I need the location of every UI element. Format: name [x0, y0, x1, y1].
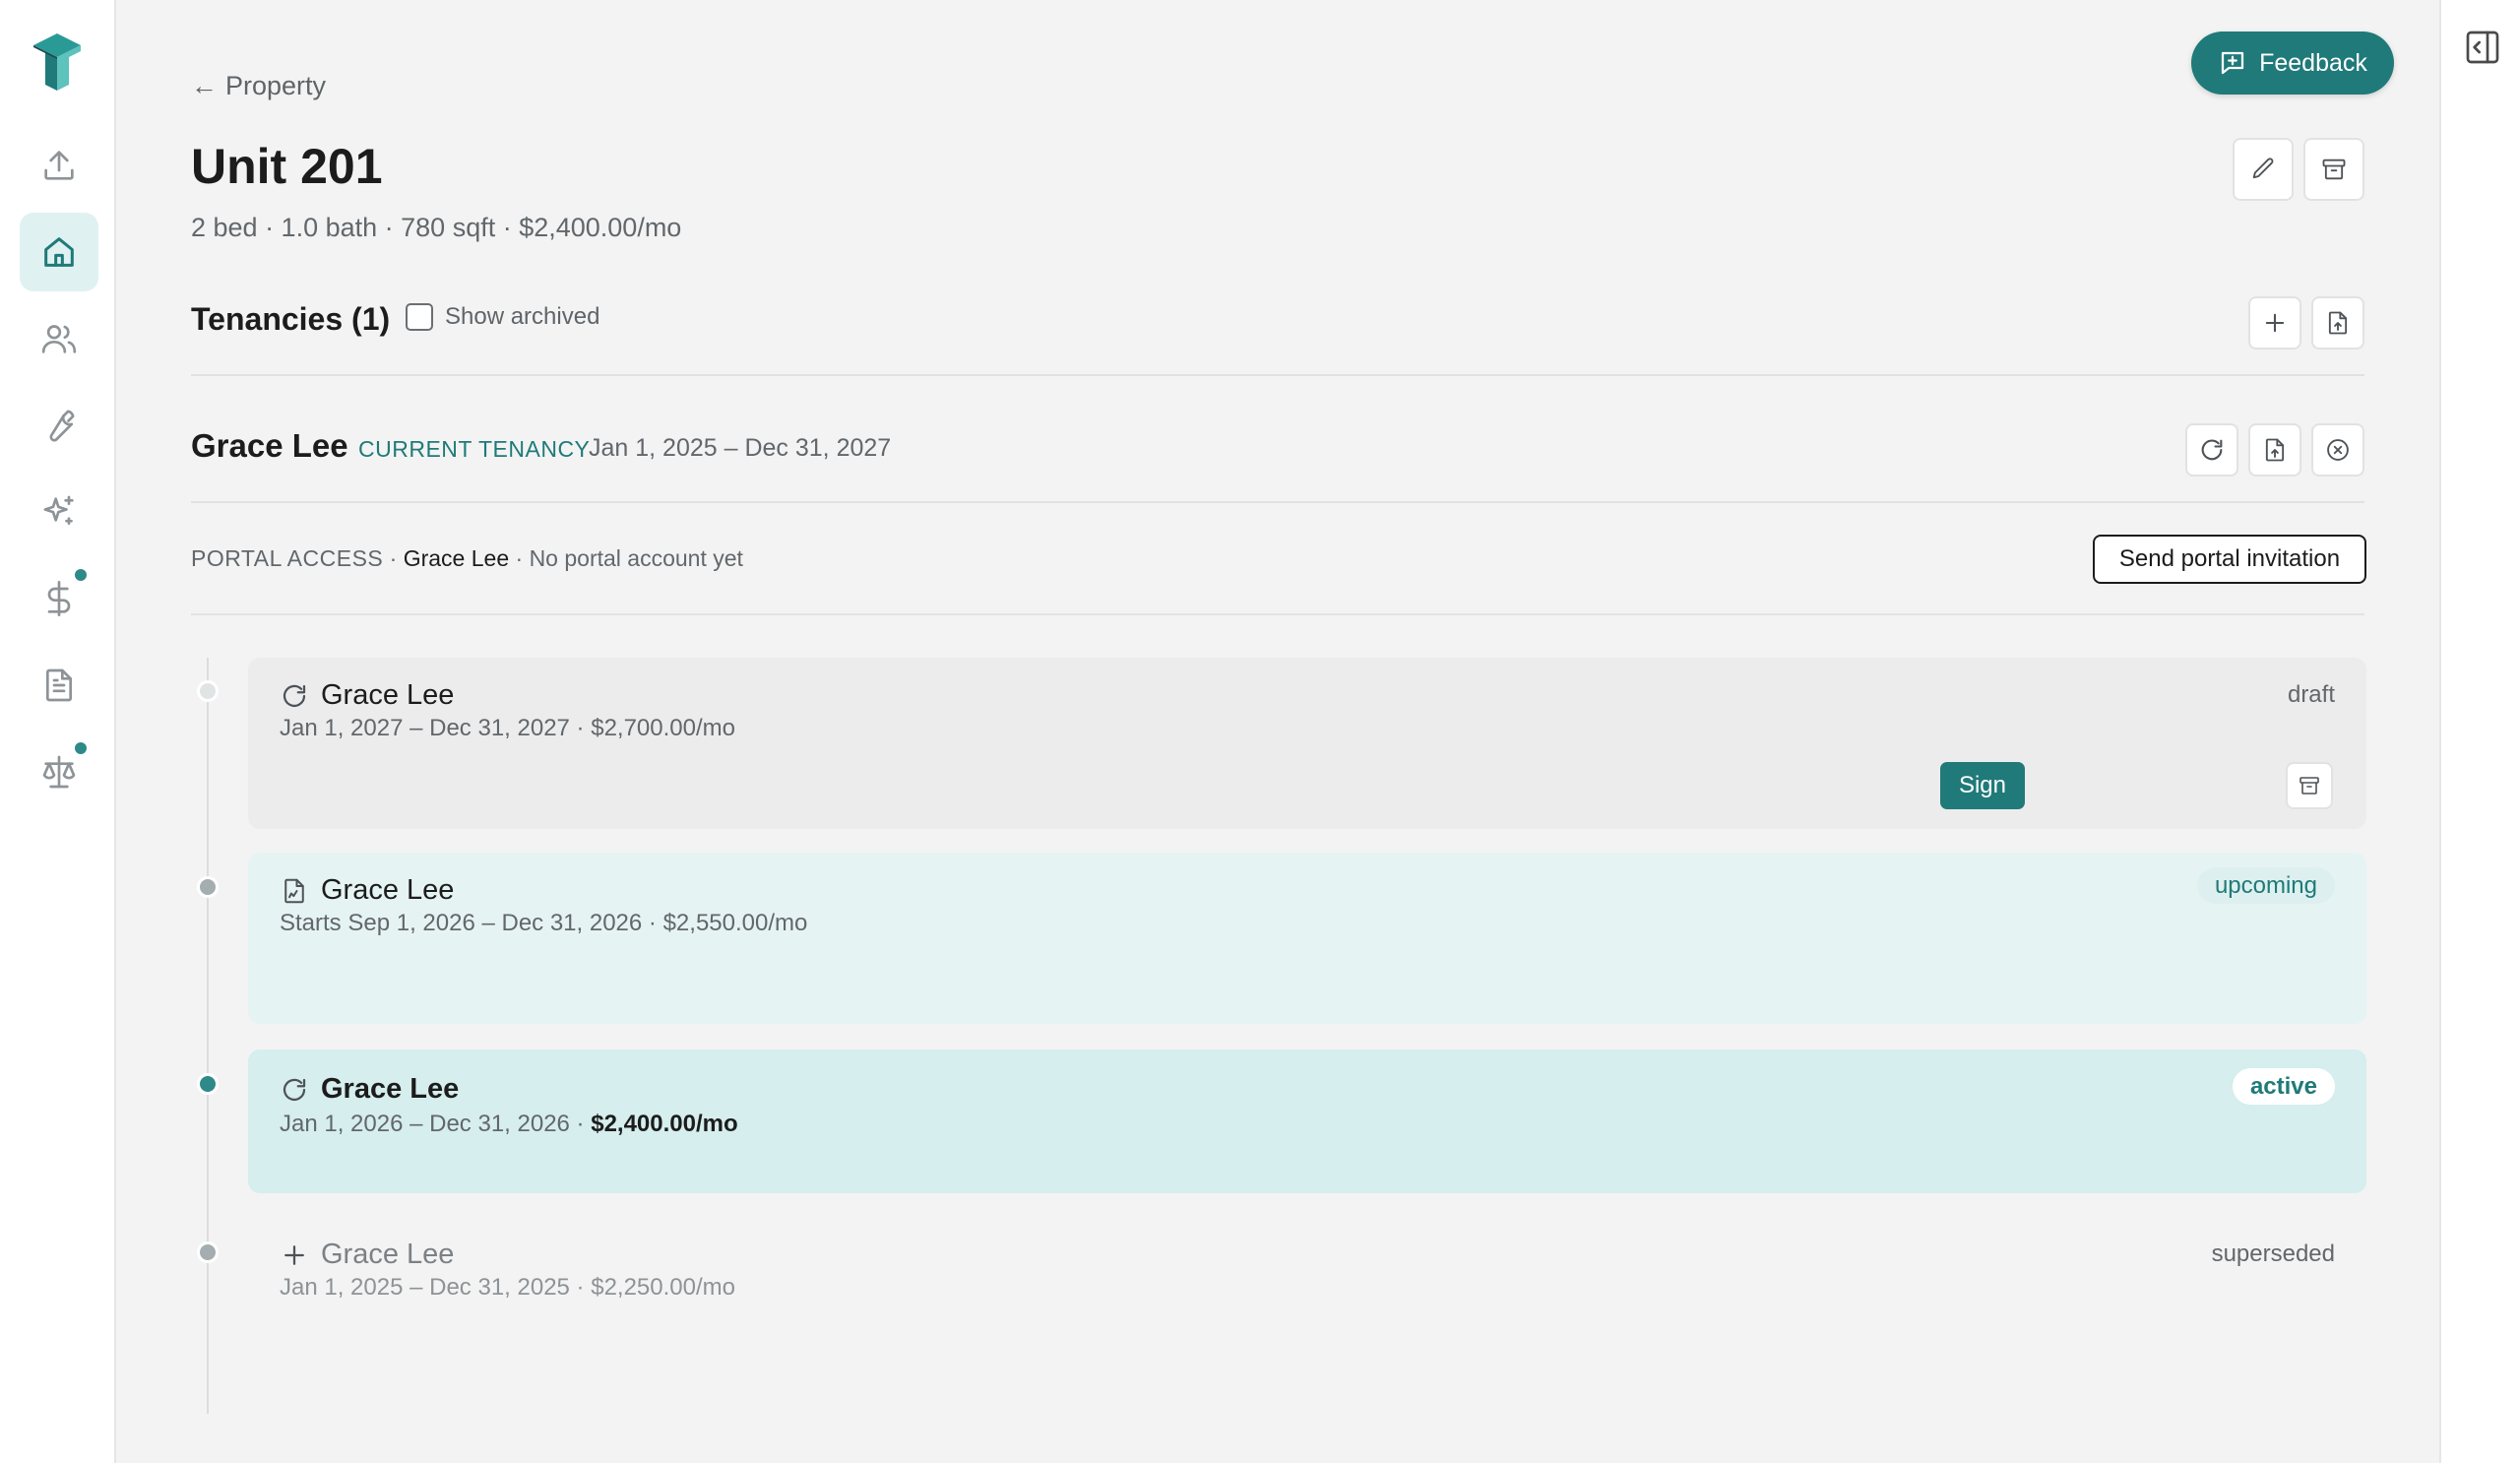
- lease-rent: $2,400.00/mo: [591, 1111, 738, 1137]
- feedback-button[interactable]: Feedback: [2191, 32, 2394, 95]
- app-logo[interactable]: [30, 32, 85, 91]
- show-archived-toggle[interactable]: Show archived: [406, 303, 599, 331]
- divider: [191, 613, 2364, 615]
- archive-lease-button[interactable]: [2286, 762, 2333, 809]
- divider: [191, 374, 2364, 376]
- plus-icon: [284, 1244, 304, 1265]
- timeline-dot: [197, 680, 219, 702]
- pencil-icon: [2252, 158, 2274, 179]
- timeline-dot: [197, 1241, 219, 1263]
- sparkles-icon: [43, 495, 74, 525]
- sidebar-item-finance[interactable]: [20, 559, 98, 638]
- timeline-dot: [197, 1073, 219, 1095]
- refresh-icon: [283, 684, 306, 707]
- current-tenant-name: Grace Lee: [191, 427, 348, 464]
- arrow-left-icon: ←: [191, 71, 218, 100]
- file-upload-icon: [2328, 311, 2348, 335]
- feedback-label: Feedback: [2259, 48, 2367, 77]
- status-pill: upcoming: [2196, 867, 2335, 904]
- close-circle-icon: [2327, 439, 2349, 461]
- plus-icon: [2265, 313, 2285, 333]
- send-portal-invitation-button[interactable]: Send portal invitation: [2093, 535, 2366, 584]
- lease-title: Grace Lee: [280, 1073, 459, 1106]
- archive-icon: [2300, 777, 2319, 795]
- add-tenancy-button[interactable]: [2248, 296, 2301, 350]
- dollar-icon: [47, 581, 71, 616]
- sidebar-item-legal[interactable]: [20, 732, 98, 811]
- portal-access-label: PORTAL ACCESS: [191, 545, 384, 571]
- unit-summary: 2 bed · 1.0 bath · 780 sqft · $2,400.00/…: [191, 213, 682, 242]
- timeline-line: [207, 658, 209, 1414]
- feedback-icon: [2221, 51, 2244, 75]
- edit-unit-button[interactable]: [2233, 138, 2294, 201]
- back-link[interactable]: ← Property: [191, 71, 326, 101]
- lease-card-active[interactable]: Grace Lee Jan 1, 2026 – Dec 31, 2026 · $…: [248, 1050, 2366, 1193]
- portal-tenant-name: Grace Lee: [403, 545, 510, 571]
- lease-title: Grace Lee: [280, 874, 454, 907]
- back-label: Property: [225, 71, 327, 100]
- users-icon: [41, 325, 77, 353]
- home-icon: [44, 237, 74, 267]
- status-pill: active: [2232, 1068, 2335, 1105]
- lease-details: Jan 1, 2027 – Dec 31, 2027 · $2,700.00/m…: [280, 715, 735, 741]
- lease-card-superseded[interactable]: Grace Lee Jan 1, 2025 – Dec 31, 2025 · $…: [248, 1219, 2366, 1317]
- wrench-icon: [49, 410, 75, 442]
- document-icon: [46, 668, 72, 702]
- separator: ·: [383, 545, 404, 571]
- right-panel: [2439, 0, 2520, 1463]
- panel-toggle-button[interactable]: [2463, 28, 2502, 67]
- lease-tenant-name: Grace Lee: [321, 1073, 460, 1105]
- lease-tenant-name: Grace Lee: [321, 874, 455, 906]
- upload-lease-button[interactable]: [2311, 296, 2364, 350]
- upload-tenancy-document-button[interactable]: [2248, 423, 2301, 477]
- lease-details: Starts Sep 1, 2026 – Dec 31, 2026 · $2,5…: [280, 910, 808, 936]
- lease-dates: Jan 1, 2026 – Dec 31, 2026 ·: [280, 1111, 592, 1137]
- status-badge: draft: [2287, 681, 2335, 708]
- status-badge: superseded: [2211, 1240, 2335, 1267]
- file-upload-icon: [2265, 438, 2285, 462]
- lease-title: Grace Lee: [280, 1239, 454, 1271]
- status-badge: active: [2232, 1068, 2335, 1105]
- legal-badge: [75, 742, 87, 754]
- sidebar-item-home[interactable]: [20, 213, 98, 291]
- scale-icon: [42, 755, 76, 789]
- sidebar-item-documents[interactable]: [20, 646, 98, 725]
- sidebar-item-upload[interactable]: [20, 126, 98, 205]
- file-signature-icon: [284, 878, 304, 903]
- finance-badge: [75, 569, 87, 581]
- tenancy-dates: Jan 1, 2025 – Dec 31, 2027: [589, 434, 892, 462]
- archive-unit-button[interactable]: [2303, 138, 2364, 201]
- archive-icon: [2322, 159, 2346, 180]
- portal-status: · No portal account yet: [509, 545, 743, 571]
- sidebar-item-people[interactable]: [20, 299, 98, 378]
- lease-tenant-name: Grace Lee: [321, 679, 455, 711]
- portal-access-line: PORTAL ACCESS · Grace Lee · No portal ac…: [191, 545, 743, 572]
- renew-tenancy-button[interactable]: [2185, 423, 2238, 477]
- sidebar-item-maintenance[interactable]: [20, 386, 98, 465]
- sign-lease-button[interactable]: Sign: [1940, 762, 2025, 809]
- panel-collapse-icon: [2466, 31, 2499, 64]
- refresh-icon: [2201, 439, 2223, 461]
- lease-details: Jan 1, 2025 – Dec 31, 2025 · $2,250.00/m…: [280, 1274, 735, 1301]
- sidebar-item-ai[interactable]: [20, 473, 98, 551]
- lease-tenant-name: Grace Lee: [321, 1239, 455, 1270]
- page-title: Unit 201: [191, 139, 383, 194]
- current-tenancy-badge: CURRENT TENANCY: [358, 436, 591, 462]
- divider: [191, 501, 2364, 503]
- refresh-icon: [283, 1078, 306, 1101]
- lease-details: Jan 1, 2026 – Dec 31, 2026 · $2,400.00/m…: [280, 1111, 738, 1138]
- lease-title: Grace Lee: [280, 679, 454, 712]
- show-archived-label: Show archived: [445, 303, 600, 330]
- end-tenancy-button[interactable]: [2311, 423, 2364, 477]
- lease-card-upcoming[interactable]: Grace Lee Starts Sep 1, 2026 – Dec 31, 2…: [248, 853, 2366, 1024]
- lease-card-draft[interactable]: Grace Lee Jan 1, 2027 – Dec 31, 2027 · $…: [248, 658, 2366, 829]
- upload-icon: [44, 151, 74, 180]
- show-archived-checkbox[interactable]: [406, 303, 433, 331]
- sidebar: [0, 0, 116, 1463]
- tenancies-heading: Tenancies (1): [191, 301, 391, 337]
- timeline-dot: [197, 876, 219, 898]
- status-badge: upcoming: [2196, 867, 2335, 904]
